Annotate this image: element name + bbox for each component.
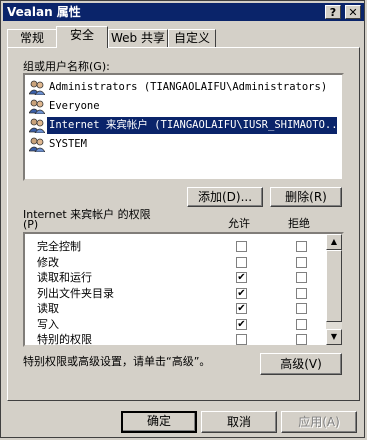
user-list-item[interactable]: Administrators (TIANGAOLAIFU\Administrat… — [29, 79, 337, 96]
tab-security[interactable]: 安全 — [56, 26, 108, 48]
user-list-item[interactable]: SYSTEM — [29, 136, 337, 153]
permissions-label: Internet 来宾帐户 的权限 — [23, 208, 151, 221]
scroll-thumb[interactable] — [326, 250, 342, 322]
permission-row: 写入 ✔ — [37, 316, 327, 333]
cancel-button[interactable]: 取消 — [201, 411, 277, 433]
users-group-icon — [29, 137, 45, 152]
permissions-list[interactable]: 完全控制修改读取和运行 ✔ 列出文件夹目录 ✔ 读取 ✔ 写入 ✔ 特别的权限 ▲ ▼ — [23, 232, 344, 347]
tab-customize[interactable]: 自定义 — [168, 29, 216, 47]
permission-row: 完全控制 — [37, 238, 327, 255]
deny-checkbox[interactable] — [296, 334, 307, 345]
permission-name: 特别的权限 — [37, 333, 92, 346]
apply-button[interactable]: 应用(A) — [281, 411, 357, 433]
user-name: Internet 来宾帐户 (TIANGAOLAIFU\IUSR_SHIMAOT… — [47, 117, 337, 134]
permission-row: 特别的权限 — [37, 331, 327, 346]
remove-button[interactable]: 删除(R) — [270, 187, 342, 207]
users-group-icon — [29, 80, 45, 95]
permission-name: 读取和运行 — [37, 271, 92, 284]
properties-dialog: Vealan 属性 ? ✕ 常规 安全 Web 共享 自定义 组或用户名称(G)… — [0, 0, 365, 438]
close-button[interactable]: ✕ — [345, 5, 361, 19]
add-button[interactable]: 添加(D)... — [187, 187, 263, 207]
users-group-icon — [29, 118, 45, 133]
permissions-scrollbar[interactable]: ▲ ▼ — [326, 234, 342, 345]
permission-name: 完全控制 — [37, 240, 81, 253]
user-name: Administrators (TIANGAOLAIFU\Administrat… — [49, 81, 328, 93]
window-title: Vealan 属性 — [7, 5, 81, 19]
permission-row: 修改 — [37, 254, 327, 271]
permission-name: 读取 — [37, 302, 59, 315]
title-bar[interactable]: Vealan 属性 ? ✕ — [3, 3, 364, 21]
allow-checkbox[interactable] — [236, 241, 247, 252]
groups-label: 组或用户名称(G): — [23, 60, 110, 73]
deny-header: 拒绝 — [288, 217, 310, 230]
deny-checkbox[interactable] — [296, 303, 307, 314]
permissions-label-accel: (P) — [23, 218, 39, 231]
advanced-button[interactable]: 高级(V) — [260, 353, 342, 375]
allow-checkbox[interactable]: ✔ — [236, 287, 247, 299]
deny-checkbox[interactable] — [296, 272, 307, 283]
tab-general[interactable]: 常规 — [7, 29, 57, 47]
ok-button[interactable]: 确定 — [121, 411, 197, 433]
permission-name: 写入 — [37, 317, 59, 331]
tab-web-sharing[interactable]: Web 共享 — [108, 29, 168, 47]
permission-name: 修改 — [37, 255, 59, 269]
users-group-icon — [29, 99, 45, 114]
permission-row: 列出文件夹目录 ✔ — [37, 285, 327, 302]
advanced-hint: 特别权限或高级设置，请单击“高级”。 — [23, 355, 211, 368]
allow-checkbox[interactable]: ✔ — [236, 318, 247, 330]
help-button[interactable]: ? — [325, 5, 341, 19]
permission-name: 列出文件夹目录 — [37, 286, 114, 300]
user-list-item[interactable]: Everyone — [29, 98, 337, 115]
deny-checkbox[interactable] — [296, 241, 307, 252]
user-list-item[interactable]: Internet 来宾帐户 (TIANGAOLAIFU\IUSR_SHIMAOT… — [29, 117, 337, 134]
allow-checkbox[interactable]: ✔ — [236, 303, 247, 314]
user-name: Everyone — [49, 100, 100, 112]
deny-checkbox[interactable] — [296, 287, 307, 299]
deny-checkbox[interactable] — [296, 318, 307, 330]
permission-row: 读取和运行 ✔ — [37, 269, 327, 286]
permission-row: 读取 ✔ — [37, 300, 327, 317]
users-listbox[interactable]: Administrators (TIANGAOLAIFU\Administrat… — [23, 73, 344, 181]
scroll-up-icon[interactable]: ▲ — [326, 234, 342, 250]
allow-checkbox[interactable] — [236, 256, 247, 268]
allow-checkbox[interactable]: ✔ — [236, 272, 247, 283]
allow-header: 允许 — [228, 217, 250, 230]
scroll-down-icon[interactable]: ▼ — [326, 329, 342, 345]
deny-checkbox[interactable] — [296, 256, 307, 268]
user-name: SYSTEM — [49, 138, 87, 150]
allow-checkbox[interactable] — [236, 334, 247, 345]
